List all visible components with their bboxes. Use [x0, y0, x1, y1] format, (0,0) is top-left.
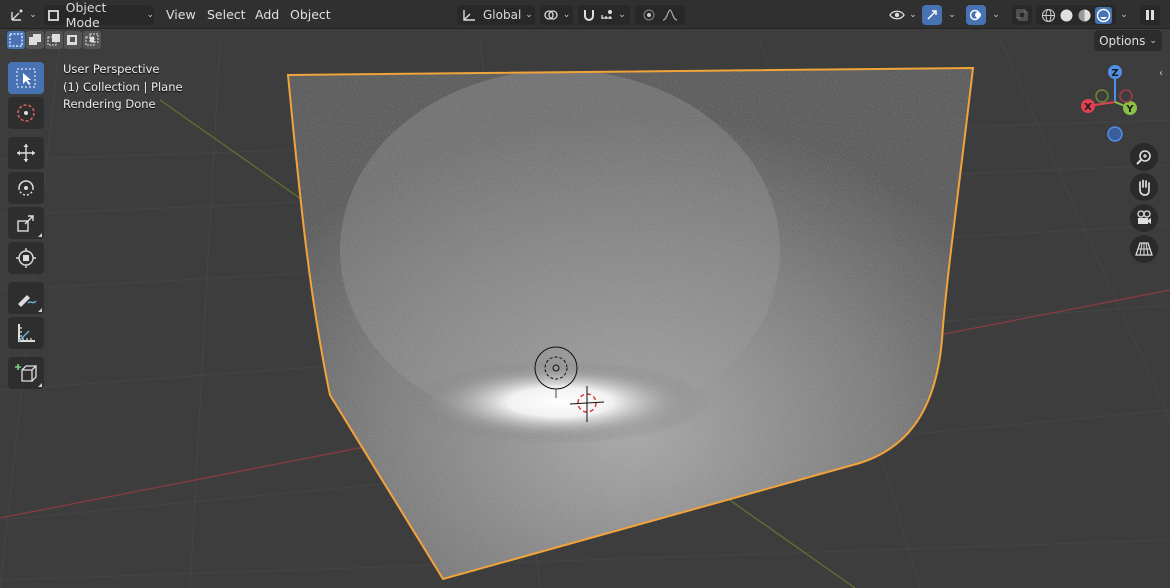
- add-cube-tool[interactable]: [8, 357, 44, 389]
- zoom-icon: [1136, 150, 1151, 165]
- gizmo-options[interactable]: ⌄: [944, 5, 960, 25]
- select-box-tool[interactable]: [8, 62, 44, 94]
- chevron-down-icon: ⌄: [992, 10, 1000, 20]
- overlays-toggle[interactable]: [966, 5, 986, 25]
- view-name-label: User Perspective: [63, 62, 160, 76]
- select-new-icon: [9, 33, 23, 47]
- wireframe-shading-icon[interactable]: [1041, 8, 1056, 23]
- chevron-down-icon: ⌄: [146, 10, 154, 20]
- pivot-point-selector[interactable]: ⌄: [540, 5, 573, 25]
- transform-tool[interactable]: [8, 242, 44, 274]
- visibility-selector[interactable]: ⌄: [886, 5, 920, 25]
- rotate-tool[interactable]: [8, 172, 44, 204]
- viewport-header: ⌄ Object Mode ⌄ View Select Add Object G…: [0, 0, 1170, 30]
- cursor-select-icon: [16, 68, 36, 88]
- menu-add[interactable]: Add: [250, 5, 284, 25]
- select-subtract-icon: [47, 34, 60, 46]
- select-extend-icon: [29, 34, 41, 45]
- annotate-tool[interactable]: [8, 282, 44, 314]
- shading-options[interactable]: ⌄: [1116, 5, 1132, 25]
- y-axis-label: Y: [1125, 104, 1134, 115]
- proportional-editing-group[interactable]: [635, 5, 685, 25]
- magnet-icon: [584, 10, 595, 21]
- orientation-label: Global: [483, 8, 522, 22]
- rotate-icon: [18, 180, 34, 196]
- grid-perspective-icon: [1135, 242, 1153, 256]
- sidebar-toggle-icon[interactable]: ‹: [1159, 68, 1163, 79]
- move-arrows-icon: [17, 144, 35, 162]
- options-label: Options: [1099, 33, 1146, 48]
- chevron-down-icon: ⌄: [525, 10, 533, 20]
- neg-z-axis-handle[interactable]: [1107, 126, 1123, 142]
- menu-view[interactable]: View: [161, 5, 201, 25]
- gizmo-icon: [927, 10, 937, 20]
- hand-icon: [1139, 179, 1150, 196]
- options-dropdown[interactable]: Options ⌄: [1094, 30, 1162, 51]
- camera-icon: [1137, 210, 1151, 224]
- camera-view-button[interactable]: [1130, 204, 1158, 232]
- ruler-icon: [18, 324, 35, 342]
- scale-icon: [17, 215, 34, 232]
- collection-object-label: (1) Collection | Plane: [63, 80, 183, 94]
- scale-tool[interactable]: [8, 207, 44, 239]
- zoom-button[interactable]: [1130, 143, 1158, 171]
- pivot-icon: [544, 10, 558, 20]
- select-mode-extend[interactable]: [26, 31, 44, 49]
- neg-y-axis-handle[interactable]: [1095, 89, 1109, 103]
- navigation-gizmo[interactable]: Z X Y: [1078, 60, 1158, 150]
- chevron-down-icon: ⌄: [1120, 10, 1128, 20]
- snap-group[interactable]: ⌄: [578, 5, 630, 25]
- measure-tool[interactable]: [8, 317, 44, 349]
- select-mode-subtract[interactable]: [45, 31, 63, 49]
- snap-increment-icon: [601, 10, 613, 19]
- select-mode-new[interactable]: [7, 31, 25, 49]
- pan-button[interactable]: [1130, 173, 1158, 201]
- pause-icon: [1146, 10, 1154, 20]
- select-mode-intersect[interactable]: [83, 31, 101, 49]
- transform-orientation-selector[interactable]: Global ⌄: [457, 5, 535, 25]
- falloff-curve-icon: [662, 9, 678, 21]
- menu-object[interactable]: Object: [285, 5, 336, 25]
- material-preview-icon[interactable]: [1077, 8, 1092, 23]
- editor-type-selector[interactable]: ⌄: [6, 5, 40, 25]
- rendered-shading-icon: [1096, 8, 1110, 22]
- axes-icon: [11, 9, 23, 21]
- cursor-tool[interactable]: [8, 97, 44, 129]
- xray-toggle[interactable]: [1012, 5, 1032, 25]
- select-mode-invert[interactable]: [64, 31, 82, 49]
- render-status-label: Rendering Done: [63, 97, 156, 111]
- mode-selector[interactable]: Object Mode ⌄: [44, 0, 154, 30]
- proportional-edit-icon: [643, 9, 655, 21]
- eye-icon: [889, 10, 905, 20]
- pause-render-button[interactable]: [1140, 5, 1160, 25]
- annotate-pen-icon: [18, 295, 37, 307]
- menu-select[interactable]: Select: [202, 5, 251, 25]
- overlay-icon: [969, 9, 981, 21]
- gizmo-toggle[interactable]: [922, 5, 942, 25]
- add-cube-icon: [15, 364, 37, 382]
- z-axis-label: Z: [1111, 68, 1118, 79]
- chevron-down-icon: ⌄: [1149, 35, 1157, 46]
- orientation-axes-icon: [463, 10, 475, 21]
- solid-shading-icon[interactable]: [1059, 8, 1074, 23]
- toggle-perspective-button[interactable]: [1130, 235, 1158, 263]
- object-mode-icon: [48, 9, 59, 21]
- xray-icon: [1016, 9, 1028, 21]
- neg-x-axis-handle[interactable]: [1119, 89, 1133, 103]
- x-axis-label: X: [1084, 102, 1092, 113]
- move-tool[interactable]: [8, 137, 44, 169]
- transform-icon: [16, 248, 36, 268]
- shading-mode-group[interactable]: [1036, 5, 1116, 25]
- rendered-shading-button[interactable]: [1094, 6, 1112, 24]
- overlays-options[interactable]: ⌄: [988, 5, 1004, 25]
- select-intersect-icon: [85, 33, 99, 46]
- mode-label: Object Mode: [65, 0, 107, 30]
- chevron-down-icon: ⌄: [948, 10, 956, 20]
- 3d-cursor-icon: [17, 104, 35, 122]
- select-invert-icon: [67, 35, 77, 45]
